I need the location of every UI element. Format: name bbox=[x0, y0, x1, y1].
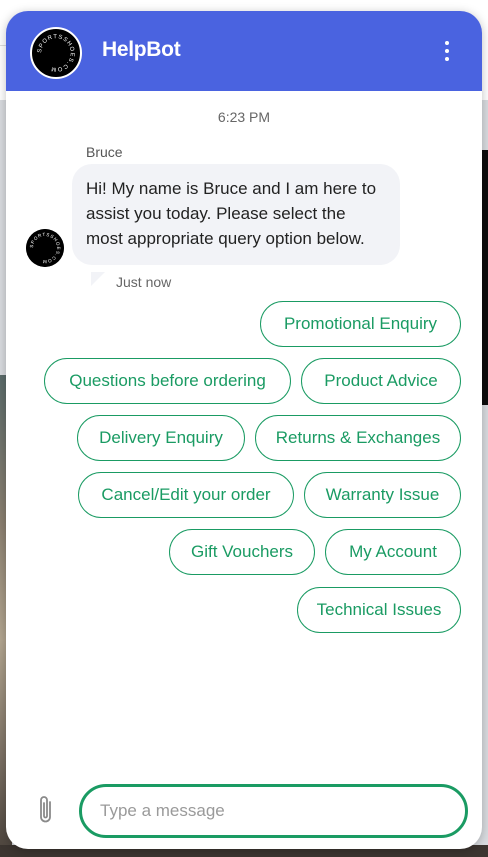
quick-reply-technical-issues[interactable]: Technical Issues bbox=[297, 587, 461, 633]
message-sent-time: Just now bbox=[116, 274, 172, 290]
brand-logo-small-icon: SPORTSSHOES.COM bbox=[26, 229, 64, 267]
bot-message-bubble: Hi! My name is Bruce and I am here to as… bbox=[72, 164, 400, 265]
quick-reply-promotional-enquiry[interactable]: Promotional Enquiry bbox=[260, 301, 461, 347]
quick-reply-my-account[interactable]: My Account bbox=[325, 529, 461, 575]
quick-reply-delivery-enquiry[interactable]: Delivery Enquiry bbox=[77, 415, 245, 461]
chat-header: SPORTSSHOES.COM HelpBot bbox=[6, 11, 482, 91]
quick-reply-warranty-issue[interactable]: Warranty Issue bbox=[304, 472, 461, 518]
message-composer bbox=[6, 771, 482, 849]
chat-widget: SPORTSSHOES.COM HelpBot 6:23 PM Bruce Hi… bbox=[6, 11, 482, 849]
message-input[interactable] bbox=[79, 784, 468, 838]
brand-logo-avatar: SPORTSSHOES.COM bbox=[30, 27, 82, 79]
quick-reply-cancel-edit-order[interactable]: Cancel/Edit your order bbox=[78, 472, 294, 518]
sender-name: Bruce bbox=[86, 144, 123, 160]
quick-reply-returns-exchanges[interactable]: Returns & Exchanges bbox=[255, 415, 461, 461]
bubble-tail bbox=[91, 272, 105, 286]
bot-avatar: SPORTSSHOES.COM bbox=[26, 229, 64, 267]
paperclip-icon[interactable] bbox=[34, 793, 58, 827]
brand-logo-icon: SPORTSSHOES.COM bbox=[33, 30, 79, 76]
quick-reply-questions-before-ordering[interactable]: Questions before ordering bbox=[44, 358, 291, 404]
quick-reply-gift-vouchers[interactable]: Gift Vouchers bbox=[169, 529, 315, 575]
conversation-timestamp: 6:23 PM bbox=[217, 109, 271, 125]
bot-name-title: HelpBot bbox=[102, 38, 181, 61]
quick-reply-product-advice[interactable]: Product Advice bbox=[301, 358, 461, 404]
kebab-menu-icon[interactable] bbox=[442, 41, 452, 63]
